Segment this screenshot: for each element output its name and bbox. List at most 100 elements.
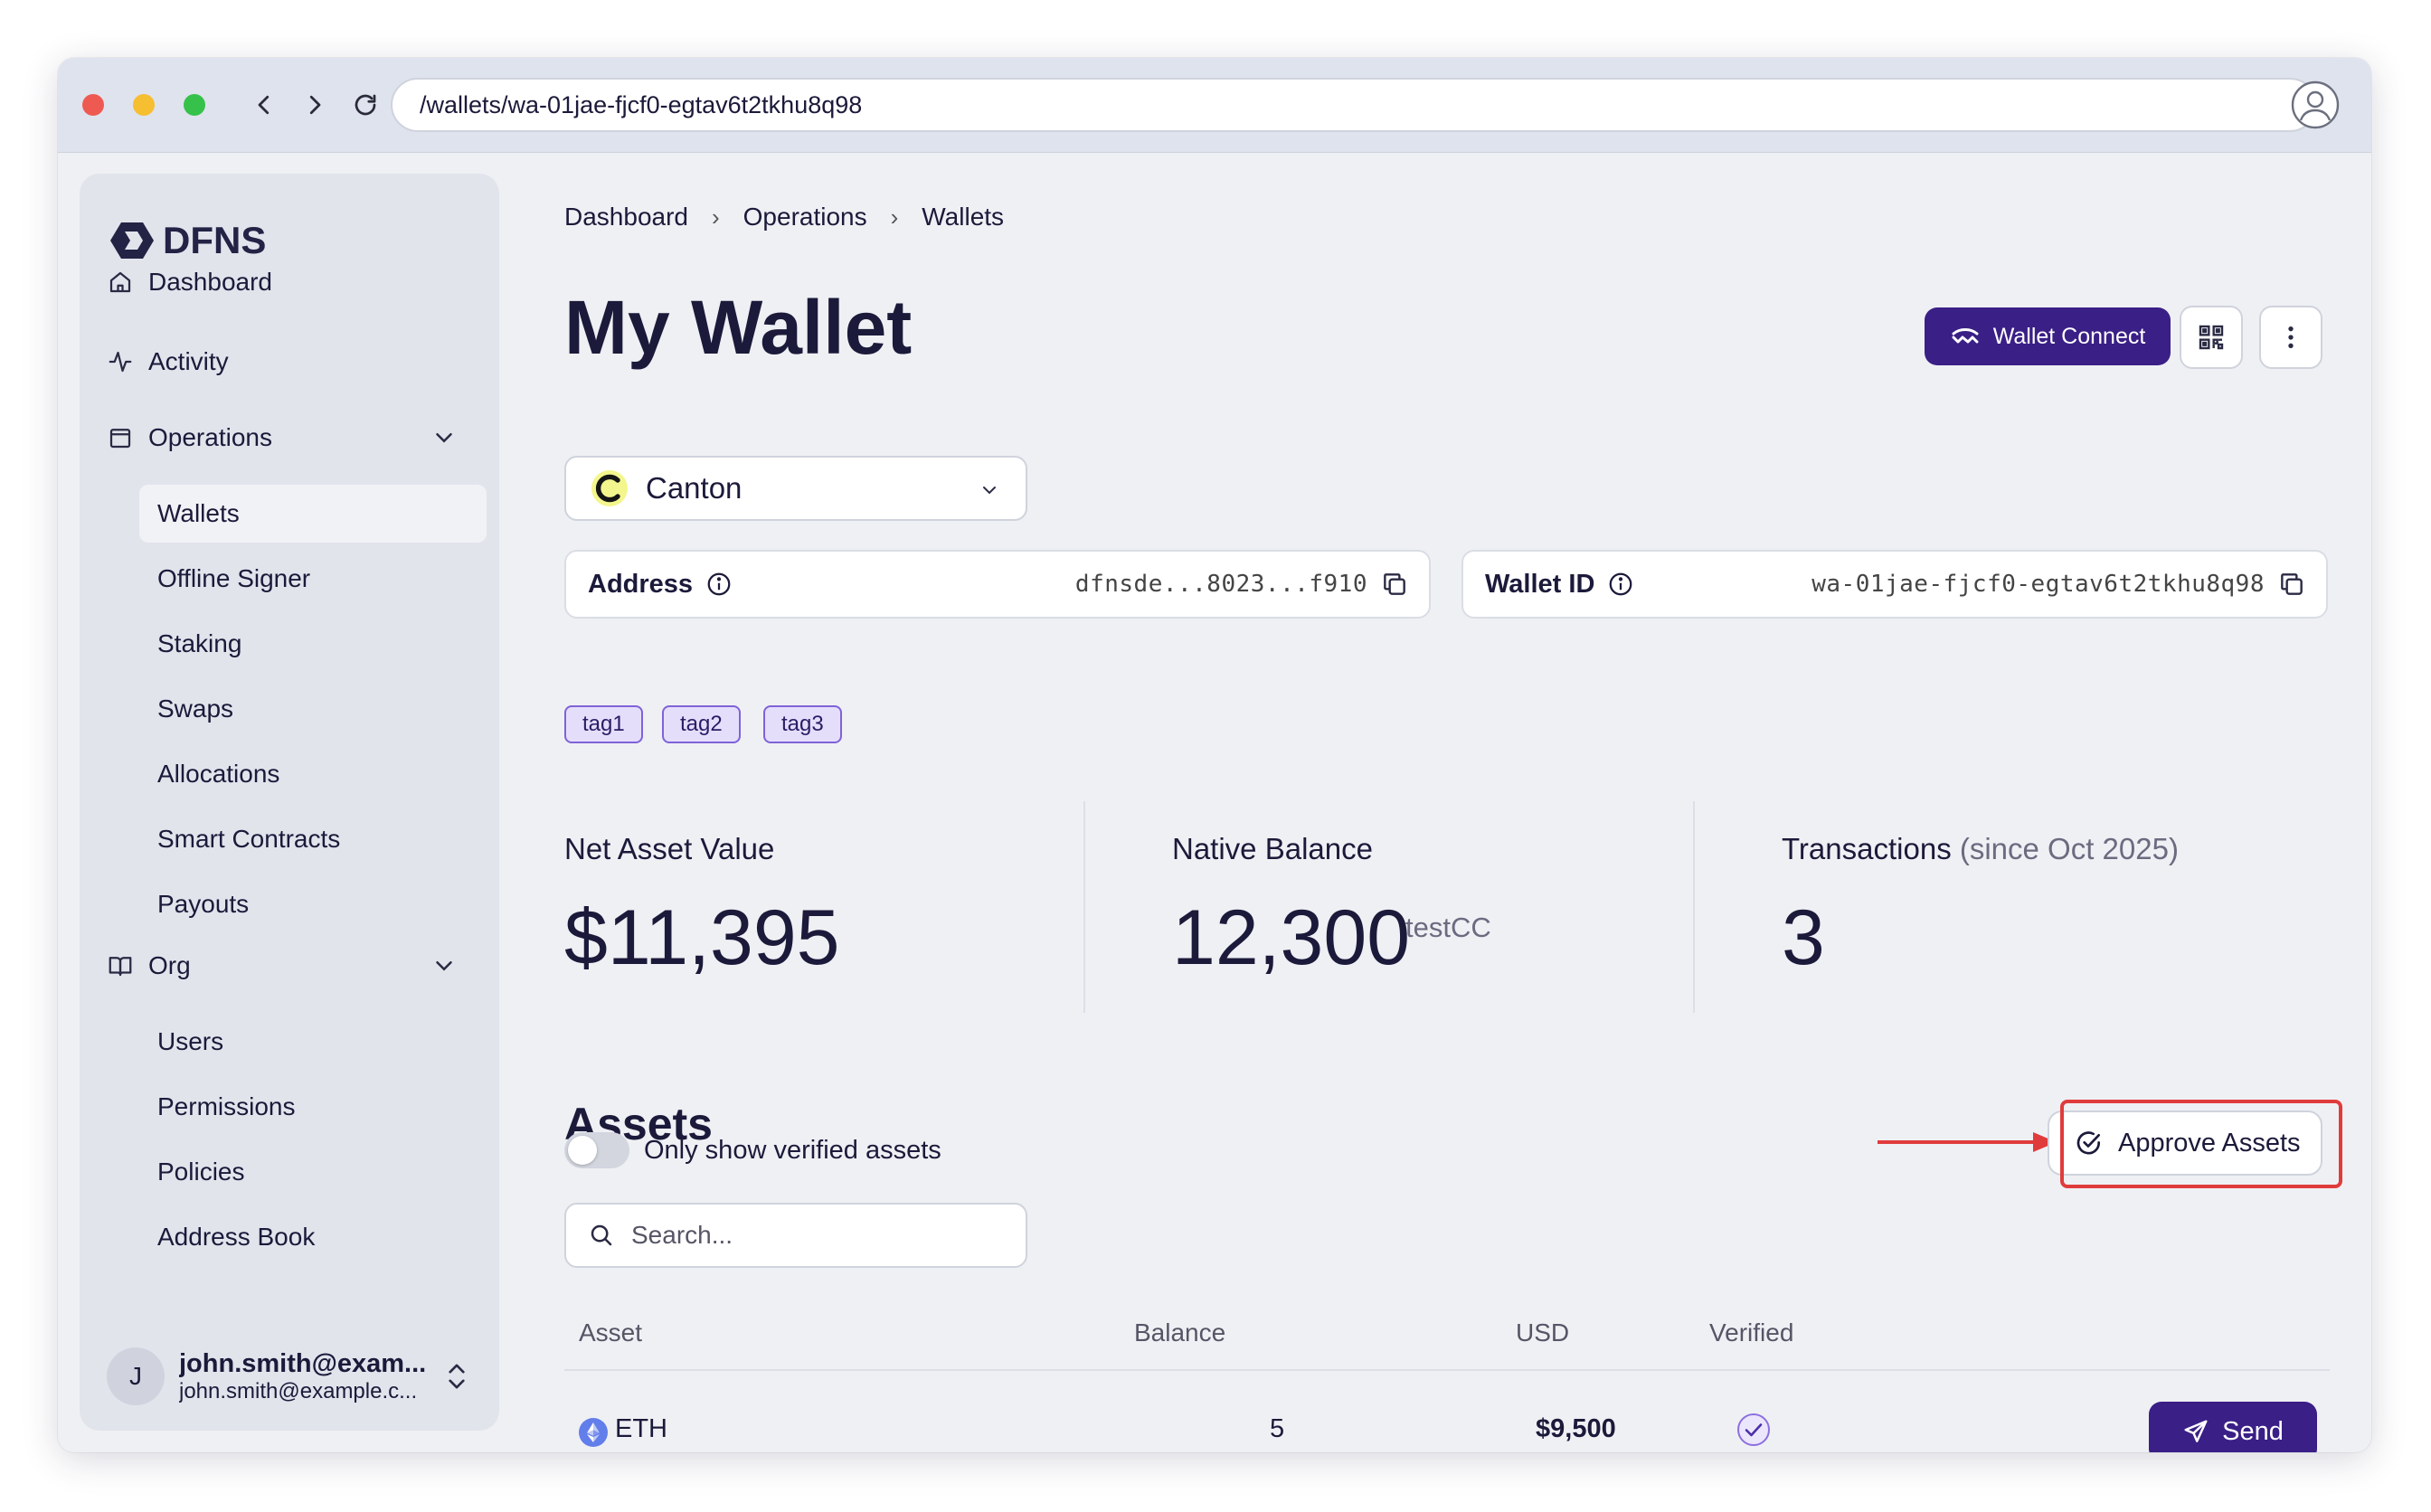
send-label: Send	[2222, 1416, 2284, 1446]
walletconnect-icon	[1952, 328, 1979, 344]
address-value: dfnsde...8023...f910	[1074, 571, 1367, 598]
search-input[interactable]	[629, 1220, 995, 1251]
qr-code-icon	[2199, 325, 2224, 350]
transactions-label: Transactions	[1782, 832, 1952, 865]
approve-assets-label: Approve Assets	[2118, 1128, 2301, 1158]
sidebar-item-label: Users	[157, 1027, 224, 1055]
copy-icon[interactable]	[2277, 570, 2306, 599]
chevron-right-icon: ›	[890, 203, 899, 231]
chevron-down-icon[interactable]	[430, 424, 458, 451]
back-button[interactable]	[244, 85, 284, 125]
column-header-usd[interactable]: USD	[1516, 1318, 1569, 1347]
sidebar-item-wallets[interactable]: Wallets	[139, 485, 487, 543]
net-asset-value-label: Net Asset Value	[564, 832, 775, 865]
annotation-arrow	[1878, 1132, 2057, 1152]
sidebar-item-dashboard[interactable]: Dashboard	[107, 268, 272, 297]
verified-only-toggle[interactable]	[564, 1132, 629, 1168]
logo-text: DFNS	[163, 219, 267, 261]
divider	[1083, 801, 1085, 1013]
sidebar-item-label: Payouts	[157, 890, 250, 918]
wallet-id-card: Wallet ID wa-01jae-fjcf0-egtav6t2tkhu8q9…	[1461, 550, 2328, 619]
sidebar-item-label: Allocations	[157, 760, 280, 788]
sidebar-item-operations[interactable]: Operations	[107, 423, 472, 452]
sidebar-item-org[interactable]: Org	[107, 951, 472, 980]
forward-button[interactable]	[295, 85, 335, 125]
user-name: john.smith@exam...	[179, 1348, 427, 1378]
sidebar-item-address-book[interactable]: Address Book	[139, 1208, 487, 1266]
book-icon	[109, 957, 132, 977]
sidebar-item-allocations[interactable]: Allocations	[139, 745, 487, 803]
reload-button[interactable]	[345, 85, 385, 125]
chevron-down-icon[interactable]	[430, 952, 458, 979]
column-header-verified[interactable]: Verified	[1709, 1318, 1793, 1347]
url-text: /wallets/wa-01jae-fjcf0-egtav6t2tkhu8q98	[420, 90, 863, 118]
page-title: My Wallet	[564, 285, 913, 370]
sidebar-item-staking[interactable]: Staking	[139, 615, 487, 673]
reload-icon	[355, 94, 376, 116]
tag-chip[interactable]: tag2	[662, 705, 741, 743]
sidebar-item-label: Permissions	[157, 1092, 296, 1120]
sidebar-item-label: Wallets	[157, 499, 240, 527]
info-icon[interactable]	[705, 571, 733, 598]
user-info: john.smith@exam... john.smith@example.c.…	[179, 1349, 434, 1404]
sidebar-item-label: Smart Contracts	[157, 825, 341, 853]
sidebar-item-label: Policies	[157, 1158, 245, 1186]
sidebar-item-swaps[interactable]: Swaps	[139, 680, 487, 738]
info-icon[interactable]	[1607, 571, 1634, 598]
breadcrumb-operations[interactable]: Operations	[743, 203, 867, 232]
verified-check-icon	[1737, 1413, 1770, 1446]
column-header-asset[interactable]: Asset	[579, 1318, 642, 1347]
check-circle-icon	[2076, 1131, 2101, 1155]
dfns-logo-icon	[110, 222, 154, 259]
sidebar-item-offline-signer[interactable]: Offline Signer	[139, 550, 487, 608]
dfns-logo[interactable]: DFNS	[107, 219, 266, 262]
wallet-icon	[109, 429, 131, 449]
sidebar-item-payouts[interactable]: Payouts	[139, 875, 487, 933]
avatar: J	[107, 1347, 165, 1405]
transactions-note: (since Oct 2025)	[1959, 832, 2179, 865]
search-icon	[591, 1224, 612, 1246]
tag-chip[interactable]: tag3	[763, 705, 842, 743]
sidebar-item-label: Operations	[148, 423, 272, 451]
qr-code-button[interactable]	[2180, 306, 2243, 369]
sidebar-item-smart-contracts[interactable]: Smart Contracts	[139, 810, 487, 868]
close-window-button[interactable]	[82, 94, 104, 116]
browser-window: /wallets/wa-01jae-fjcf0-egtav6t2tkhu8q98…	[58, 58, 2371, 1452]
sidebar-item-policies[interactable]: Policies	[139, 1143, 487, 1201]
breadcrumb-wallets[interactable]: Wallets	[922, 203, 1004, 232]
wallet-connect-button[interactable]: Wallet Connect	[1925, 307, 2171, 365]
column-header-balance[interactable]: Balance	[1134, 1318, 1225, 1347]
send-icon	[2184, 1420, 2208, 1442]
asset-search[interactable]	[564, 1203, 1027, 1268]
minimize-window-button[interactable]	[133, 94, 155, 116]
url-bar[interactable]: /wallets/wa-01jae-fjcf0-egtav6t2tkhu8q98	[391, 78, 2317, 132]
browser-profile-button[interactable]	[2288, 78, 2342, 132]
more-options-button[interactable]	[2259, 306, 2322, 369]
user-menu[interactable]: J john.smith@exam... john.smith@example.…	[107, 1340, 478, 1413]
toggle-knob	[568, 1136, 597, 1165]
user-email: john.smith@example.c...	[179, 1378, 418, 1403]
sidebar-item-users[interactable]: Users	[139, 1013, 487, 1071]
breadcrumb-dashboard[interactable]: Dashboard	[564, 203, 688, 232]
sidebar-item-activity[interactable]: Activity	[107, 347, 229, 376]
sidebar-item-label: Org	[148, 951, 191, 979]
canton-logo-icon	[591, 470, 628, 506]
sidebar-item-label: Address Book	[157, 1223, 316, 1251]
transactions-value: 3	[1782, 894, 1825, 981]
native-balance-value: 12,300	[1172, 894, 1411, 981]
asset-name: ETH	[615, 1414, 667, 1443]
tag-chip[interactable]: tag1	[564, 705, 643, 743]
sidebar-item-label: Staking	[157, 629, 242, 657]
chevron-down-icon	[983, 487, 996, 495]
network-select[interactable]: Canton	[564, 456, 1027, 521]
wallet-id-value: wa-01jae-fjcf0-egtav6t2tkhu8q98	[1811, 571, 2265, 598]
approve-assets-button[interactable]: Approve Assets	[2048, 1110, 2322, 1176]
sidebar-item-permissions[interactable]: Permissions	[139, 1078, 487, 1136]
sidebar-item-label: Activity	[148, 347, 229, 375]
sidebar-item-label: Offline Signer	[157, 564, 311, 592]
send-button[interactable]: Send	[2149, 1402, 2317, 1452]
native-balance-unit: testCC	[1405, 912, 1491, 943]
copy-icon[interactable]	[1380, 570, 1409, 599]
address-card: Address dfnsde...8023...f910	[564, 550, 1431, 619]
maximize-window-button[interactable]	[184, 94, 205, 116]
